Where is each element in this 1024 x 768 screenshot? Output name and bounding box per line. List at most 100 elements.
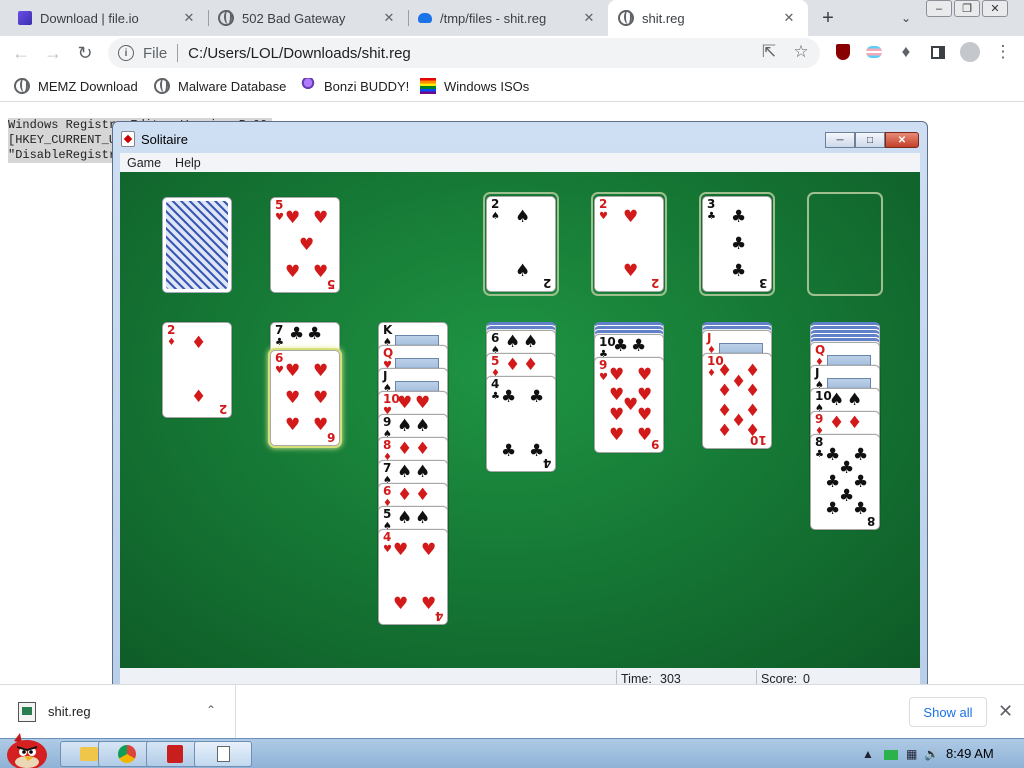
url-text[interactable]: C:/Users/LOL/Downloads/shit.reg [188,45,411,62]
extensions-puzzle-icon[interactable]: ♦ [893,39,919,65]
solitaire-maximize-button[interactable]: □ [855,132,885,148]
suit-pip-icon: ♥ [285,388,301,408]
tab-shit-reg[interactable]: shit.reg ✕ [608,0,808,36]
bookmark-malware-db[interactable]: Malware Database [154,76,286,96]
restore-button[interactable]: ❐ [954,0,980,17]
close-downloads-icon[interactable]: ✕ [998,701,1013,722]
network-icon[interactable]: ▦ [906,747,917,761]
card-rank: 4 ♥ [383,530,392,556]
suit-pip-icon: ♥ [637,384,653,405]
battery-icon[interactable] [884,750,898,760]
tab-bad-gateway[interactable]: 502 Bad Gateway ✕ [208,0,408,36]
playing-card[interactable]: 9 ♥ 9 ♥ ♥ ♥ ♥ ♥ ♥ ♥ ♥ ♥ [594,357,664,453]
ublock-icon[interactable] [830,39,856,65]
suit-pip-icon: ♥ [623,395,639,415]
taskbar: ▲ ▦ 🔊 8:49 AM [0,733,1024,768]
suit-pip-icon: ♦ [731,371,747,392]
suit-pip-icon: ♣ [529,441,545,462]
card-rank-bottom: 3 [758,276,767,290]
folder-icon [80,747,98,761]
tab-search-chevron-icon[interactable]: ⌄ [896,8,916,28]
card-suit-icon: ♣ [275,337,284,348]
solitaire-app-icon [121,131,135,147]
show-all-button[interactable]: Show all [909,697,987,727]
suit-pip-icon: ♥ [637,365,653,386]
new-tab-button[interactable]: + [816,6,840,30]
reload-button[interactable]: ↻ [72,40,98,66]
solitaire-card-icon [216,746,230,762]
card-suit-icon: ♥ [275,212,284,223]
playing-card[interactable]: 8 ♣ 8 ♣ ♣ ♣ ♣ ♣ ♣ ♣ ♣ [810,434,880,530]
start-button-angry-bird-icon[interactable] [4,731,50,768]
forward-button[interactable]: → [40,40,66,66]
playing-card[interactable]: 10 ♦ 10 ♦ ♦ ♦ ♦ ♦ ♦ ♦ ♦ ♦ ♦ [702,353,772,449]
acrobat-icon [167,745,183,763]
close-tab-icon[interactable]: ✕ [380,9,398,27]
suit-pip-icon: ♥ [313,360,329,381]
suit-pip-icon: ♥ [397,393,413,413]
reg-file-icon [18,701,36,722]
globe-icon [218,10,234,26]
suit-pip-icon: ♣ [839,486,855,507]
suit-pip-icon: ♦ [191,332,207,353]
bookmark-windows-isos[interactable]: Windows ISOs [420,76,529,96]
playing-card[interactable]: 2 ♥ 2 ♥ ♥ [594,196,664,292]
extension-flag-icon[interactable] [861,39,887,65]
playing-card[interactable]: 2 ♠ 2 ♠ ♠ [486,196,556,292]
info-icon[interactable]: i [118,45,134,61]
card-rank: 2 ♥ [599,197,608,223]
suit-pip-icon: ♣ [853,472,869,492]
suit-pip-icon: ♠ [829,390,845,410]
tab-fileio[interactable]: Download | file.io ✕ [8,0,208,36]
back-button[interactable]: ← [8,40,34,66]
close-window-button[interactable]: ✕ [982,0,1008,17]
close-tab-icon[interactable]: ✕ [780,9,798,27]
chevron-up-icon[interactable]: ⌃ [206,703,216,717]
suit-pip-icon: ♣ [731,234,747,254]
profile-avatar-icon[interactable] [957,39,983,65]
share-icon[interactable]: ⇱ [756,39,782,65]
menu-game[interactable]: Game [127,156,161,170]
suit-pip-icon: ♣ [613,336,629,356]
stock-pile[interactable] [162,197,232,293]
card-rank-bottom: 2 [218,402,227,416]
card-suit-icon: ♠ [491,211,500,222]
minimize-button[interactable]: – [926,0,952,17]
suit-pip-icon: ♣ [307,324,323,344]
card-rank: 4 ♣ [491,377,500,403]
bookmark-star-icon[interactable]: ☆ [788,39,814,65]
suit-pip-icon: ♦ [397,439,413,459]
bookmark-bonzi[interactable]: Bonzi BUDDY! [300,76,409,96]
playing-card[interactable]: 2 ♦ 2 ♦ ♦ [162,322,232,418]
clock[interactable]: 8:49 AM [946,746,994,761]
volume-icon[interactable]: 🔊 [924,747,939,761]
taskbar-solitaire[interactable] [194,741,252,767]
close-tab-icon[interactable]: ✕ [180,9,198,27]
solitaire-minimize-button[interactable]: ─ [825,132,855,148]
playing-card[interactable]: 4 ♥ 4 ♥ ♥ ♥ ♥ [378,529,448,625]
suit-pip-icon: ♠ [415,462,431,482]
suit-pip-icon: ♣ [839,457,855,478]
solitaire-menubar: Game Help [120,153,920,172]
suit-pip-icon: ♥ [313,207,329,228]
suit-pip-icon: ♣ [631,336,647,356]
menu-kebab-icon[interactable]: ⋮ [990,39,1016,65]
foundation-slot[interactable] [807,192,883,296]
close-tab-icon[interactable]: ✕ [580,9,598,27]
bookmark-memz[interactable]: MEMZ Download [14,76,138,96]
playing-card[interactable]: 6 ♥ 6 ♥ ♥ ♥ ♥ ♥ ♥ [270,350,340,446]
playing-card[interactable]: 5 ♥ 5 ♥ ♥ ♥ ♥ ♥ [270,197,340,293]
suit-pip-icon: ♣ [289,324,305,344]
playing-card[interactable]: 4 ♣ 4 ♣ ♣ ♣ ♣ [486,376,556,472]
suit-pip-icon: ♣ [825,499,841,520]
show-hidden-icons-icon[interactable]: ▲ [862,747,874,761]
address-bar[interactable]: i File C:/Users/LOL/Downloads/shit.reg [108,38,820,68]
solitaire-close-button[interactable]: ✕ [885,132,919,148]
omnibox-divider [177,44,179,62]
menu-help[interactable]: Help [175,156,201,170]
suit-pip-icon: ♠ [415,416,431,436]
tab-tmp-files[interactable]: /tmp/files - shit.reg ✕ [408,0,608,36]
side-panel-icon[interactable] [925,39,951,65]
suit-pip-icon: ♦ [505,355,521,375]
playing-card[interactable]: 3 ♣ 3 ♣ ♣ ♣ [702,196,772,292]
